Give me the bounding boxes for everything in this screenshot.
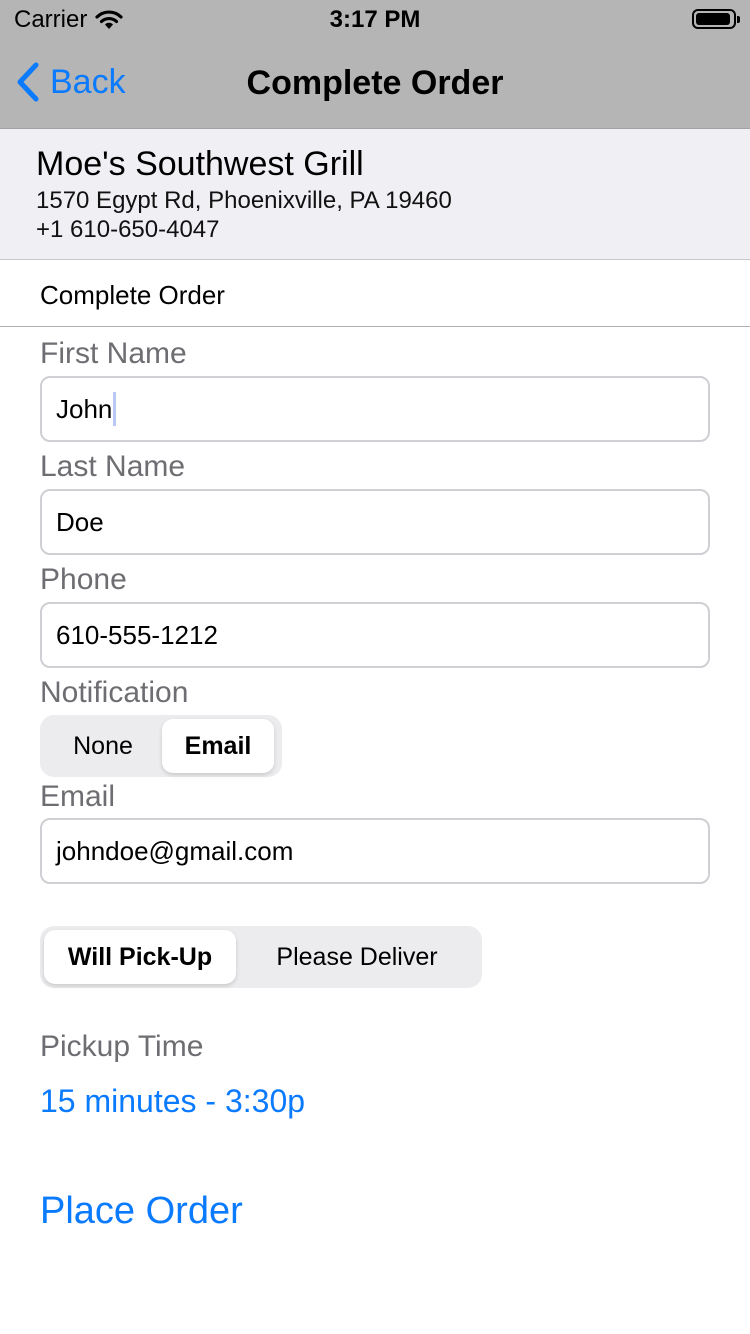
text-cursor xyxy=(113,392,117,426)
last-name-field[interactable]: Doe xyxy=(40,489,710,555)
first-name-value: John xyxy=(56,393,113,424)
pickup-time-selector[interactable]: 15 minutes - 3:30p xyxy=(40,1083,305,1120)
phone-field[interactable]: 610-555-1212 xyxy=(40,602,710,668)
restaurant-phone: +1 610-650-4047 xyxy=(36,216,220,243)
email-label: Email xyxy=(40,780,116,813)
first-name-field[interactable]: John xyxy=(40,376,710,442)
phone-label: Phone xyxy=(40,563,127,596)
navigation-bar: Carrier 3:17 PM Back Complete Order xyxy=(0,0,750,129)
last-name-label: Last Name xyxy=(40,450,186,483)
fulfillment-option-deliver[interactable]: Please Deliver xyxy=(236,930,478,984)
restaurant-address: 1570 Egypt Rd, Phoenixville, PA 19460 xyxy=(36,187,452,214)
fulfillment-segmented-control: Will Pick-Up Please Deliver xyxy=(40,926,482,988)
restaurant-header: Moe's Southwest Grill 1570 Egypt Rd, Pho… xyxy=(0,129,750,260)
last-name-value: Doe xyxy=(56,506,104,537)
page-title: Complete Order xyxy=(246,64,504,102)
notification-option-email[interactable]: Email xyxy=(162,719,274,773)
pickup-time-label: Pickup Time xyxy=(40,1030,204,1063)
status-time: 3:17 PM xyxy=(329,6,421,33)
section-header: Complete Order xyxy=(0,260,750,327)
notification-segmented-control: None Email xyxy=(40,715,282,777)
battery-level xyxy=(696,13,731,25)
fulfillment-option-pickup[interactable]: Will Pick-Up xyxy=(44,930,236,984)
notification-label: Notification xyxy=(40,676,189,709)
first-name-label: First Name xyxy=(40,337,187,370)
email-field[interactable]: johndoe@gmail.com xyxy=(40,818,710,884)
battery-icon xyxy=(692,9,740,29)
restaurant-name: Moe's Southwest Grill xyxy=(36,145,364,183)
section-title: Complete Order xyxy=(40,280,225,310)
phone-value: 610-555-1212 xyxy=(56,619,218,650)
email-value: johndoe@gmail.com xyxy=(56,835,294,866)
notification-option-none[interactable]: None xyxy=(44,719,162,773)
place-order-button[interactable]: Place Order xyxy=(40,1190,243,1233)
